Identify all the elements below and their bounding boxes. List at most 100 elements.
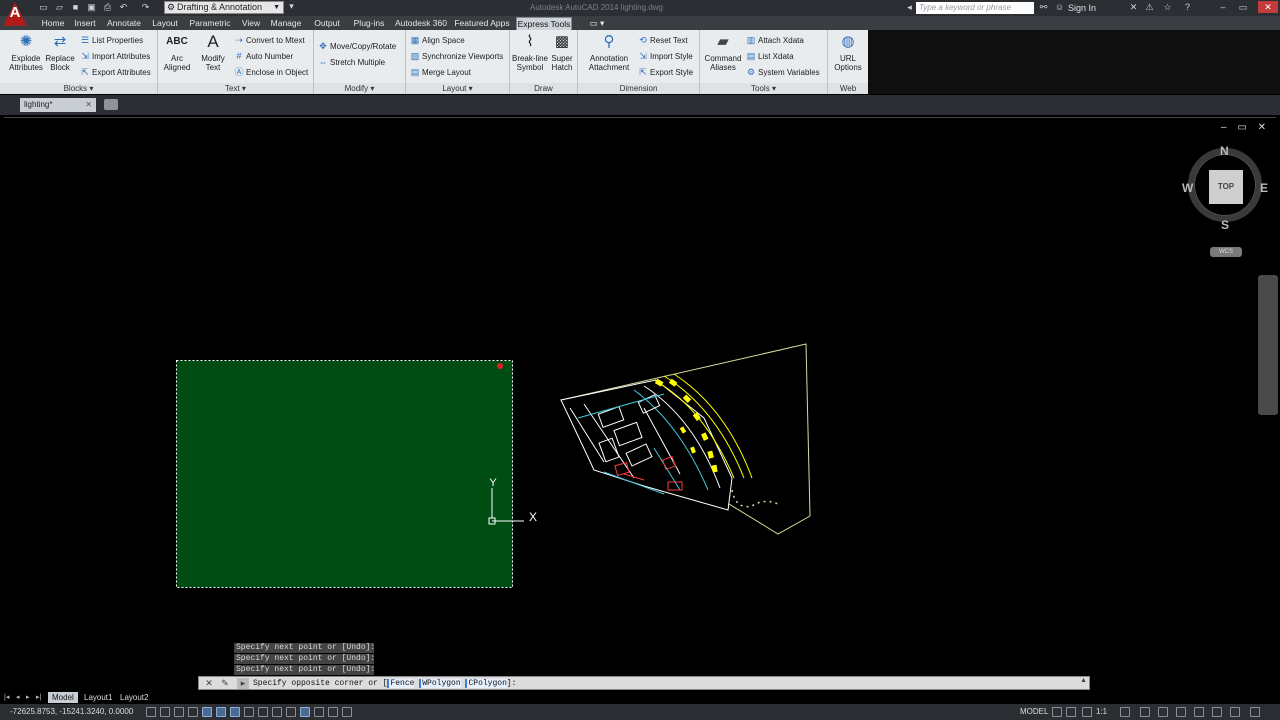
new-icon[interactable]: ▭ [38, 2, 49, 13]
layout-tab-layout1[interactable]: Layout1 [80, 692, 116, 703]
layout-tab-model[interactable]: Model [48, 692, 78, 703]
url-options-button[interactable]: ◍ URL Options [828, 32, 868, 72]
3d-object-snap-icon[interactable] [230, 707, 240, 717]
annotation-attachment-button[interactable]: ⚲ Annotation Attachment [580, 32, 638, 72]
convert-to-mtext-button[interactable]: ⇢ Convert to Mtext [234, 35, 304, 46]
user-icon[interactable]: ☺ [1054, 2, 1065, 13]
viewport-controls[interactable]: – ▭ ✕ [1221, 122, 1270, 133]
redo-icon[interactable]: ↷ [140, 2, 151, 13]
tab-express-tools[interactable]: Express Tools [516, 17, 572, 30]
minimize-icon[interactable]: – [1216, 1, 1230, 13]
last-layout-icon[interactable]: ▸| [36, 693, 45, 703]
viewcube[interactable]: TOP N S E W [1180, 140, 1270, 232]
compass-south[interactable]: S [1221, 218, 1229, 232]
import-style-button[interactable]: ⇲ Import Style [638, 51, 692, 62]
tab-manage[interactable]: Manage [266, 17, 306, 30]
maximize-icon[interactable]: ▭ [1236, 1, 1250, 13]
auto-number-button[interactable]: # Auto Number [234, 51, 293, 62]
quick-properties-icon[interactable] [314, 707, 324, 717]
undo-icon[interactable]: ↶ [118, 2, 129, 13]
lock-icon[interactable] [1158, 707, 1168, 717]
dynamic-ucs-icon[interactable] [258, 707, 268, 717]
tab-annotate[interactable]: Annotate [102, 17, 146, 30]
panel-web-label[interactable]: Web [828, 83, 868, 94]
star-icon[interactable]: ☆ [1162, 2, 1173, 13]
stretch-multiple-button[interactable]: ⇔ Stretch Multiple [318, 57, 386, 68]
chevron-up-icon[interactable]: ▲ [1080, 677, 1087, 684]
ribbon-minimize-icon[interactable]: ▭ ▾ [586, 17, 608, 30]
layout-tab-layout2[interactable]: Layout2 [116, 692, 152, 703]
panel-draw-label[interactable]: Draw [510, 83, 577, 94]
isolate-objects-icon[interactable] [1194, 707, 1204, 717]
ortho-mode-icon[interactable] [188, 707, 198, 717]
command-line[interactable]: ✕ ✎ ▸ Specify opposite corner or [Fence … [198, 676, 1090, 690]
attach-xdata-button[interactable]: ▥ Attach Xdata [746, 35, 804, 46]
enclose-in-object-button[interactable]: Ⓐ Enclose in Object [234, 67, 308, 78]
clean-screen-icon[interactable] [1230, 707, 1240, 717]
auto-scale-icon[interactable] [1120, 707, 1130, 717]
binoculars-icon[interactable]: ⚯ [1038, 2, 1049, 13]
tab-view[interactable]: View [238, 17, 264, 30]
synchronize-viewports-button[interactable]: ▧ Synchronize Viewports [410, 51, 504, 62]
option-cpolygon[interactable]: CPolygon [465, 679, 507, 688]
import-attributes-button[interactable]: ⇲ Import Attributes [80, 51, 150, 62]
tab-plugins[interactable]: Plug-ins [348, 17, 390, 30]
open-icon[interactable]: ▱ [54, 2, 65, 13]
export-attributes-button[interactable]: ⇱ Export Attributes [80, 67, 150, 78]
panel-text-label[interactable]: Text ▾ [158, 83, 313, 94]
recent-commands-icon[interactable]: ▸ [237, 678, 249, 689]
export-style-button[interactable]: ⇱ Export Style [638, 67, 693, 78]
option-fence[interactable]: Fence [387, 679, 415, 688]
compass-north[interactable]: N [1220, 144, 1229, 158]
super-hatch-button[interactable]: ▩ Super Hatch [548, 32, 576, 72]
save-icon[interactable]: ■ [70, 2, 81, 13]
compass-west[interactable]: W [1182, 181, 1193, 195]
list-properties-button[interactable]: ☰ List Properties [80, 35, 143, 46]
dynamic-input-icon[interactable] [272, 707, 282, 717]
close-icon[interactable]: ✕ [1258, 1, 1278, 13]
tab-autodesk-360[interactable]: Autodesk 360 [392, 17, 450, 30]
panel-modify-label[interactable]: Modify ▾ [314, 83, 405, 94]
new-tab-button[interactable] [104, 99, 118, 110]
customize-icon[interactable]: ✎ [219, 678, 231, 689]
application-menu-button[interactable]: A [3, 2, 27, 26]
wcs-menu-button[interactable]: WCS [1210, 247, 1242, 257]
tab-featured-apps[interactable]: Featured Apps [452, 17, 512, 30]
drawing-canvas[interactable]: – ▭ ✕ Y X [4, 117, 1276, 677]
saveas-icon[interactable]: ▣ [86, 2, 97, 13]
list-xdata-button[interactable]: ▤ List Xdata [746, 51, 794, 62]
panel-layout-label[interactable]: Layout ▾ [406, 83, 509, 94]
navigation-bar[interactable] [1258, 275, 1278, 415]
snap-mode-icon[interactable] [160, 707, 170, 717]
next-layout-icon[interactable]: ▸ [26, 693, 35, 703]
model-space-toggle[interactable]: MODEL [1020, 707, 1048, 716]
lineweight-icon[interactable] [286, 707, 296, 717]
polar-tracking-icon[interactable] [202, 707, 212, 717]
tab-output[interactable]: Output [308, 17, 346, 30]
quick-view-layouts-icon[interactable] [1052, 707, 1062, 717]
move-copy-rotate-button[interactable]: ✥ Move/Copy/Rotate [318, 41, 396, 52]
break-line-symbol-button[interactable]: ⌇ Break-line Symbol [510, 32, 550, 72]
tab-insert[interactable]: Insert [70, 17, 100, 30]
close-commandline-icon[interactable]: ✕ [203, 678, 215, 689]
panel-blocks-label[interactable]: Blocks ▾ [0, 83, 157, 94]
viewcube-top-face[interactable]: TOP [1209, 170, 1243, 204]
merge-layout-button[interactable]: ▤ Merge Layout [410, 67, 471, 78]
annotation-monitor-icon[interactable] [342, 707, 352, 717]
status-menu-icon[interactable] [1250, 707, 1260, 717]
qat-customize-icon[interactable]: ▾ [286, 1, 297, 12]
connect-icon[interactable]: ⚠ [1144, 2, 1155, 13]
annotation-visibility-icon[interactable] [1082, 707, 1092, 717]
sign-in-button[interactable]: Sign In [1068, 3, 1096, 13]
search-expand-icon[interactable]: ◂ [904, 2, 915, 13]
modify-text-button[interactable]: A Modify Text [196, 32, 230, 72]
align-space-button[interactable]: ▦ Align Space [410, 35, 465, 46]
close-tab-icon[interactable]: ✕ [85, 98, 92, 112]
command-aliases-button[interactable]: ▰ Command Aliases [702, 32, 744, 72]
tab-parametric[interactable]: Parametric [186, 17, 234, 30]
transparency-icon[interactable] [300, 707, 310, 717]
object-snap-tracking-icon[interactable] [244, 707, 254, 717]
tab-layout[interactable]: Layout [148, 17, 182, 30]
object-snap-icon[interactable] [216, 707, 226, 717]
option-wpolygon[interactable]: WPolygon [419, 679, 461, 688]
